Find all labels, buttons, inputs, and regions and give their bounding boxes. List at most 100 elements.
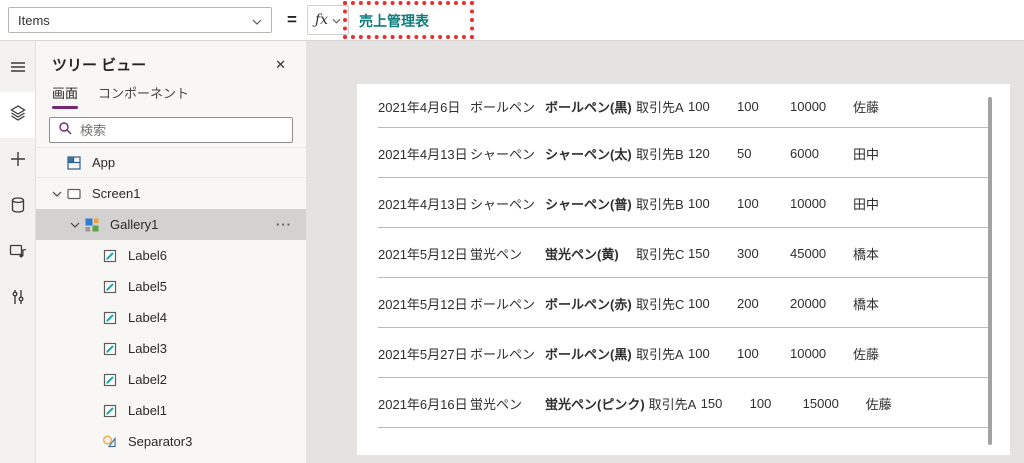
tree-view-icon xyxy=(8,103,28,128)
cell-client[interactable]: 取引先A xyxy=(649,394,701,413)
rail-insert-plus-button[interactable] xyxy=(0,138,35,184)
media-icon xyxy=(8,241,28,266)
tree-item-label5[interactable]: Label5 xyxy=(36,271,306,302)
cell-unit-price[interactable]: 100 xyxy=(688,99,737,114)
cell-category[interactable]: シャーペン xyxy=(470,144,545,163)
tree-item-label1[interactable]: Label1 xyxy=(36,395,306,426)
cell-date[interactable]: 2021年5月27日 xyxy=(378,344,470,363)
cell-product[interactable]: シャーペン(普) xyxy=(545,194,636,213)
cell-product[interactable]: シャーペン(太) xyxy=(545,144,636,163)
cell-unit-price[interactable]: 100 xyxy=(688,296,737,311)
rail-advanced-tools-button[interactable] xyxy=(0,276,35,322)
cell-product[interactable]: 蛍光ペン(ピンク) xyxy=(545,394,649,413)
cell-date[interactable]: 2021年5月12日 xyxy=(378,294,470,313)
cell-amount[interactable]: 20000 xyxy=(790,296,853,311)
cell-amount[interactable]: 10000 xyxy=(790,99,853,114)
cell-category[interactable]: ボールペン xyxy=(470,294,545,313)
cell-product[interactable]: ボールペン(黒) xyxy=(545,344,636,363)
cell-category[interactable]: ボールペン xyxy=(470,344,545,363)
gallery-scrollbar[interactable] xyxy=(988,97,992,445)
cell-unit-price[interactable]: 100 xyxy=(688,346,737,361)
cell-client[interactable]: 取引先C xyxy=(636,294,688,313)
cell-amount[interactable]: 45000 xyxy=(790,246,853,261)
cell-date[interactable]: 2021年4月6日 xyxy=(378,97,470,116)
chevron-down-icon[interactable] xyxy=(48,191,66,197)
cell-person[interactable]: 橋本 xyxy=(853,244,879,263)
cell-unit-price[interactable]: 100 xyxy=(688,196,737,211)
cell-amount[interactable]: 6000 xyxy=(790,146,853,161)
gallery-row: 2021年6月16日 蛍光ペン 蛍光ペン(ピンク) 取引先A 150 100 15000 佐藤 xyxy=(357,378,1010,428)
cell-client[interactable]: 取引先A xyxy=(636,97,688,116)
cell-date[interactable]: 2021年5月12日 xyxy=(378,244,470,263)
cell-date[interactable]: 2021年4月13日 xyxy=(378,144,470,163)
tree-item-label3[interactable]: Label3 xyxy=(36,333,306,364)
cell-date[interactable]: 2021年4月13日 xyxy=(378,194,470,213)
more-options-icon[interactable]: ··· xyxy=(276,217,292,232)
cell-person[interactable]: 田中 xyxy=(853,144,879,163)
cell-product[interactable]: ボールペン(黒) xyxy=(545,97,636,116)
hamburger-menu-icon xyxy=(9,58,27,81)
chevron-down-icon[interactable] xyxy=(66,222,84,228)
cell-quantity[interactable]: 100 xyxy=(737,346,790,361)
cell-product[interactable]: ボールペン(赤) xyxy=(545,294,636,313)
cell-client[interactable]: 取引先B xyxy=(636,144,688,163)
label-icon xyxy=(102,341,118,357)
cell-category[interactable]: 蛍光ペン xyxy=(470,244,545,263)
tab-screens[interactable]: 画面 xyxy=(52,83,79,109)
rail-media-button[interactable] xyxy=(0,230,35,276)
property-selector[interactable]: Items xyxy=(8,7,272,33)
cell-date[interactable]: 2021年6月16日 xyxy=(378,394,470,413)
cell-product[interactable]: 蛍光ペン(黄) xyxy=(545,244,636,263)
cell-unit-price[interactable]: 150 xyxy=(701,396,750,411)
cell-person[interactable]: 佐藤 xyxy=(853,344,879,363)
cell-client[interactable]: 取引先A xyxy=(636,344,688,363)
rail-tree-view-button[interactable] xyxy=(0,92,35,138)
tree-item-separator3[interactable]: Separator3 xyxy=(36,426,306,457)
tree-item-screen1[interactable]: Screen1 xyxy=(36,178,306,209)
search-input[interactable] xyxy=(78,121,284,139)
cell-quantity[interactable]: 200 xyxy=(737,296,790,311)
tab-components[interactable]: コンポーネント xyxy=(98,83,189,109)
fx-dropdown[interactable]: ƒx xyxy=(307,5,349,35)
tree-item-app[interactable]: App xyxy=(36,147,306,178)
formula-input[interactable]: 売上管理表 xyxy=(352,0,429,41)
gallery-row: 2021年4月13日 シャーペン シャーペン(普) 取引先B 100 100 10000 田中 xyxy=(357,178,1010,228)
gallery-row: 2021年5月12日 蛍光ペン 蛍光ペン(黄) 取引先C 150 300 45000 橋本 xyxy=(357,228,1010,278)
tree-item-label4[interactable]: Label4 xyxy=(36,302,306,333)
label-icon xyxy=(102,403,118,419)
formula-bar: Items = ƒx 売上管理表 xyxy=(0,0,1024,41)
cell-category[interactable]: シャーペン xyxy=(470,194,545,213)
cell-category[interactable]: ボールペン xyxy=(470,97,545,116)
tree-item-label6[interactable]: Label6 xyxy=(36,240,306,271)
panel-title: ツリー ビュー xyxy=(52,57,147,74)
cell-amount[interactable]: 10000 xyxy=(790,346,853,361)
cell-quantity[interactable]: 50 xyxy=(737,146,790,161)
cell-client[interactable]: 取引先C xyxy=(636,244,688,263)
tree-item-label: Label1 xyxy=(128,403,168,418)
tree-item-label: Label3 xyxy=(128,341,168,356)
cell-quantity[interactable]: 100 xyxy=(737,196,790,211)
tree-view-panel: ツリー ビュー ✕ 画面 コンポーネント App Screen1 Gallery1 ·… xyxy=(36,41,306,463)
cell-amount[interactable]: 15000 xyxy=(803,396,866,411)
rail-hamburger-menu-button[interactable] xyxy=(0,46,35,92)
cell-quantity[interactable]: 300 xyxy=(737,246,790,261)
cell-category[interactable]: 蛍光ペン xyxy=(470,394,545,413)
cell-quantity[interactable]: 100 xyxy=(737,99,790,114)
cell-person[interactable]: 田中 xyxy=(853,194,879,213)
tree-item-gallery1[interactable]: Gallery1 ··· xyxy=(36,209,306,240)
cell-person[interactable]: 佐藤 xyxy=(853,97,879,116)
cell-person[interactable]: 佐藤 xyxy=(866,394,892,413)
cell-amount[interactable]: 10000 xyxy=(790,196,853,211)
cell-unit-price[interactable]: 120 xyxy=(688,146,737,161)
cell-quantity[interactable]: 100 xyxy=(750,396,803,411)
cell-person[interactable]: 橋本 xyxy=(853,294,879,313)
tree-item-label: Label6 xyxy=(128,248,168,263)
gallery-icon xyxy=(84,217,100,233)
left-rail xyxy=(0,41,36,463)
gallery-row: 2021年4月6日 ボールペン ボールペン(黒) 取引先A 100 100 10000 佐藤 xyxy=(357,84,1010,128)
cell-unit-price[interactable]: 150 xyxy=(688,246,737,261)
cell-client[interactable]: 取引先B xyxy=(636,194,688,213)
close-icon[interactable]: ✕ xyxy=(271,55,290,75)
rail-data-button[interactable] xyxy=(0,184,35,230)
tree-item-label2[interactable]: Label2 xyxy=(36,364,306,395)
